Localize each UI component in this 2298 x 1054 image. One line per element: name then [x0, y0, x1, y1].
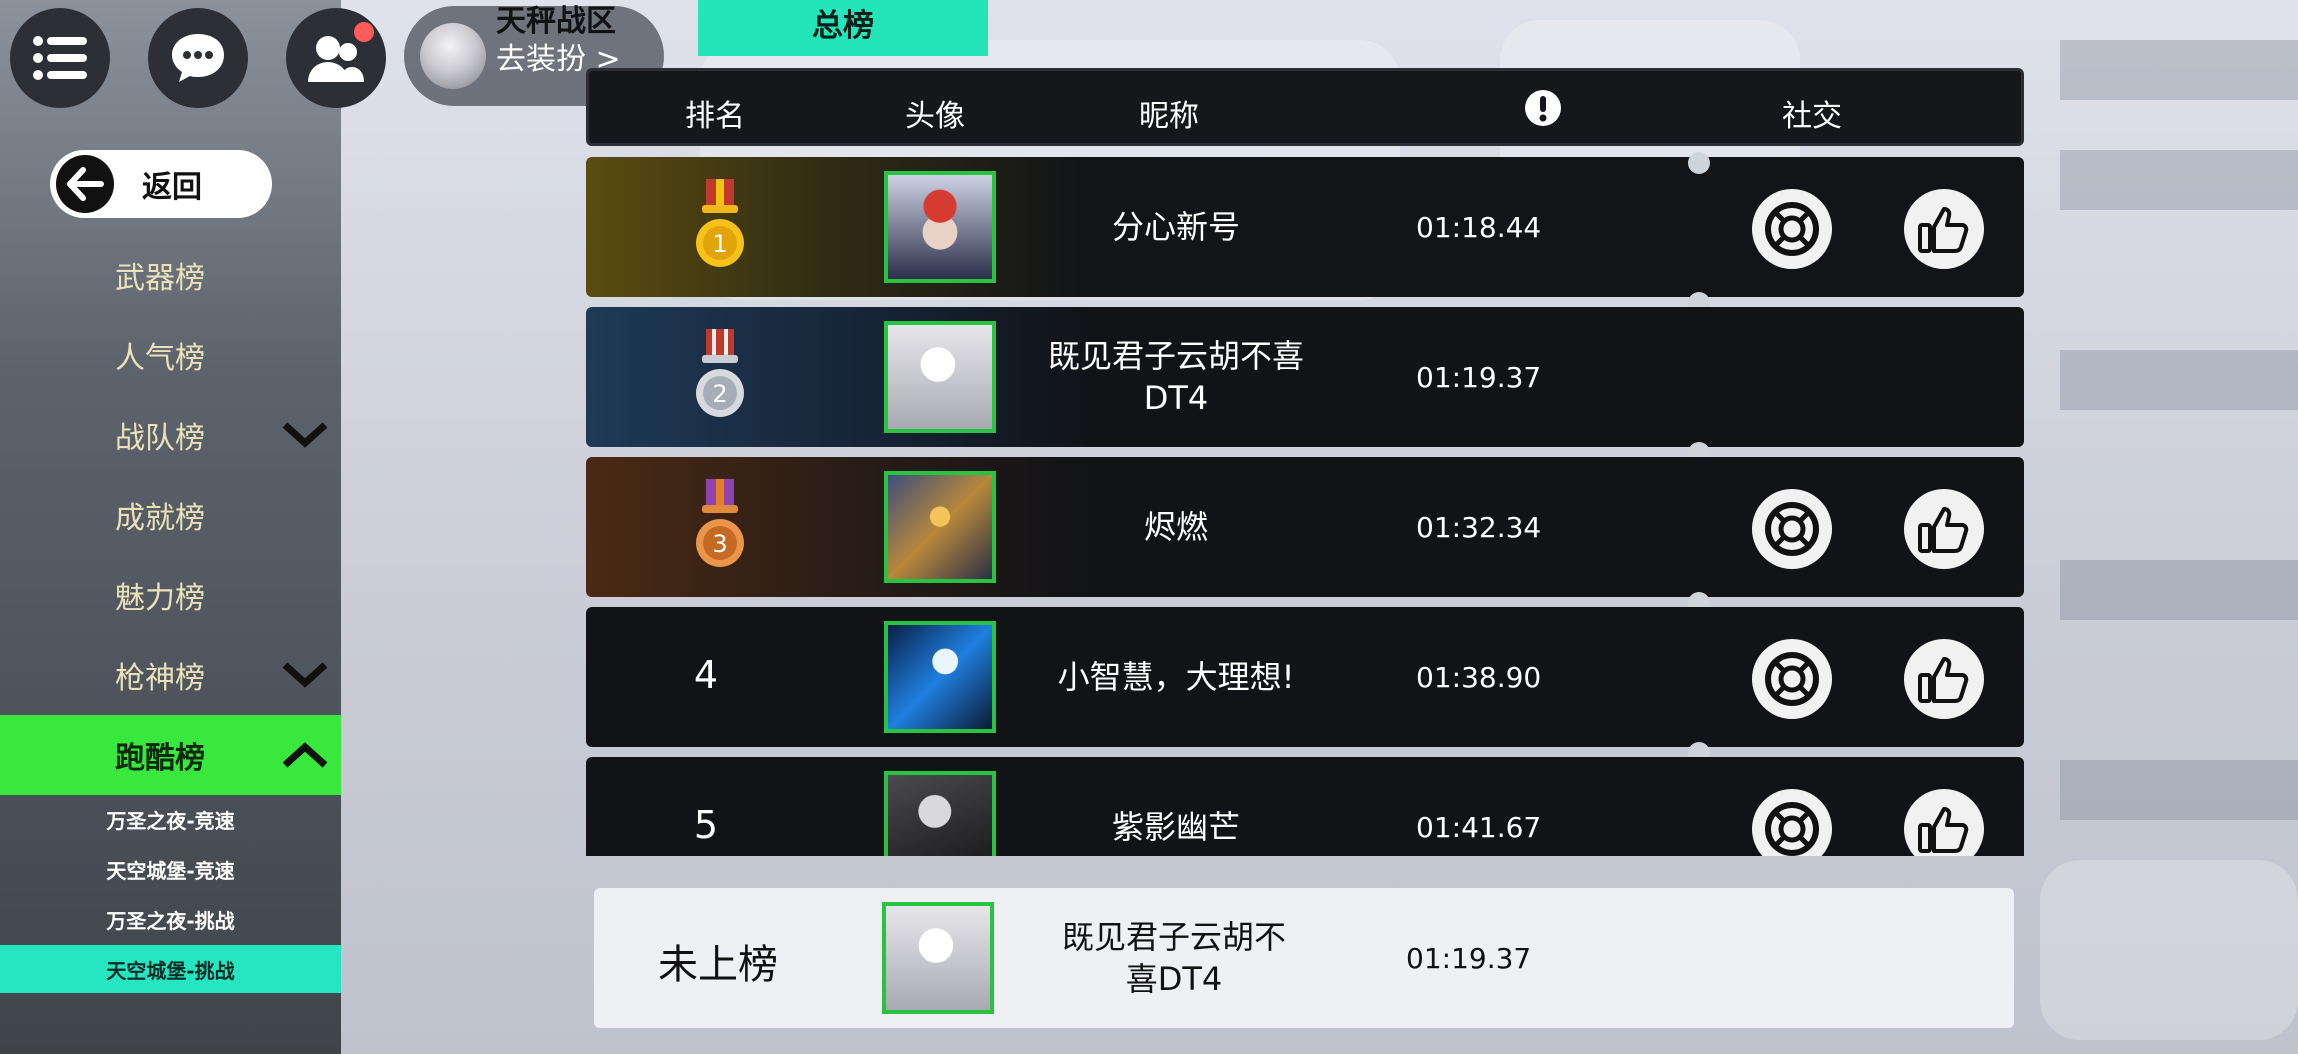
player-name: 烬燃 [1143, 508, 1208, 546]
avatar[interactable] [884, 621, 996, 733]
table-row: 5 紫影幽芒 01:41.67 [586, 757, 2024, 856]
my-name: 既见君子云胡不 喜DT4 [1061, 918, 1286, 998]
avatar[interactable] [884, 771, 996, 856]
friends-button[interactable] [286, 8, 386, 108]
table-row: 3 烬燃 01:32.34 [586, 457, 2024, 597]
svg-text:1: 1 [712, 230, 727, 258]
like-button[interactable] [1904, 789, 1984, 856]
menu-item-popularity[interactable]: 人气榜 [0, 315, 341, 395]
menu-item-label: 战队榜 [115, 421, 205, 456]
table-row: 1 分心新号 01:18.44 [586, 157, 2024, 297]
notification-dot [354, 22, 374, 42]
svg-text:3: 3 [712, 530, 727, 558]
menu-item-parkour[interactable]: 跑酷榜 [0, 715, 341, 795]
chevron-down-icon [282, 662, 328, 688]
menu-item-achievement[interactable]: 成就榜 [0, 475, 341, 555]
bronze-medal-icon: 3 [696, 479, 744, 567]
header-social: 社交 [1782, 99, 1842, 134]
rank-number: 4 [693, 653, 719, 697]
thumbs-up-icon [1918, 507, 1969, 553]
tab-zone[interactable]: 天秤战区 [456, 0, 656, 40]
back-arrow-icon [56, 155, 114, 213]
avatar[interactable] [884, 471, 996, 583]
thumbs-up-icon [1918, 207, 1969, 253]
player-time: 01:41.67 [1416, 811, 1542, 844]
chevron-down-icon [282, 422, 328, 448]
lifebuoy-icon [1765, 202, 1819, 256]
my-time: 01:19.37 [1406, 942, 1532, 975]
menu-item-label: 枪神榜 [115, 661, 205, 696]
scroll-knob [1688, 152, 1710, 174]
tab-overall[interactable]: 总榜 [698, 0, 988, 56]
back-button[interactable]: 返回 [50, 150, 272, 218]
player-time: 01:19.37 [1416, 361, 1542, 394]
like-button[interactable] [1904, 189, 1984, 269]
player-name: 分心新号 [1111, 208, 1240, 246]
menu-item-charm[interactable]: 魅力榜 [0, 555, 341, 635]
sidebar: 返回 武器榜 人气榜 战队榜 成就榜 魅力榜 枪神榜 跑酷榜 万圣之夜-竞速 天… [0, 0, 386, 1054]
player-name: 既见君子云胡不喜 DT4 [1047, 337, 1304, 417]
info-icon[interactable] [1524, 89, 1562, 127]
player-name: 小智慧，大理想! [1057, 658, 1295, 696]
my-rank-bar: 未上榜 既见君子云胡不 喜DT4 01:19.37 [594, 888, 2014, 1028]
player-time: 01:18.44 [1416, 211, 1542, 244]
player-name: 紫影幽芒 [1111, 808, 1240, 846]
table-header: 排名 头像 昵称 社交 [586, 68, 2024, 146]
menu-item-label: 人气榜 [115, 341, 205, 376]
lifebuoy-icon [1765, 502, 1819, 556]
menu-item-label: 魅力榜 [115, 581, 205, 616]
add-friend-button[interactable] [1752, 189, 1832, 269]
lifebuoy-icon [1765, 802, 1819, 856]
rank-number: 5 [693, 803, 719, 847]
header-nickname: 昵称 [1139, 99, 1199, 134]
chat-button[interactable] [148, 8, 248, 108]
sub-item-halloween-challenge[interactable]: 万圣之夜-挑战 [0, 895, 341, 943]
back-label: 返回 [142, 170, 202, 205]
player-time: 01:38.90 [1416, 661, 1542, 694]
chat-bubble-icon [172, 34, 224, 82]
avatar[interactable] [884, 321, 996, 433]
silver-medal-icon: 2 [696, 329, 744, 417]
gold-medal-icon: 1 [696, 179, 744, 267]
menu-item-label: 成就榜 [115, 501, 205, 536]
svg-text:2: 2 [712, 380, 727, 408]
avatar[interactable] [884, 171, 996, 283]
thumbs-up-icon [1918, 657, 1969, 703]
header-avatar: 头像 [905, 99, 965, 134]
avatar[interactable] [882, 902, 994, 1014]
menu-item-team[interactable]: 战队榜 [0, 395, 341, 475]
like-button[interactable] [1904, 489, 1984, 569]
my-rank-status: 未上榜 [658, 942, 778, 988]
sub-item-sky-castle-race[interactable]: 天空城堡-竞速 [0, 845, 341, 893]
player-time: 01:32.34 [1416, 511, 1542, 544]
menu-item-weapons[interactable]: 武器榜 [0, 235, 341, 315]
sub-item-halloween-race[interactable]: 万圣之夜-竞速 [0, 795, 341, 843]
header-rank: 排名 [685, 99, 745, 134]
chevron-up-icon [282, 742, 328, 768]
thumbs-up-icon [1918, 807, 1969, 853]
add-friend-button[interactable] [1752, 489, 1832, 569]
lifebuoy-icon [1765, 652, 1819, 706]
add-friend-button[interactable] [1752, 639, 1832, 719]
menu-button[interactable] [10, 8, 110, 108]
menu-item-label: 跑酷榜 [115, 741, 205, 776]
table-row: 4 小智慧，大理想! 01:38.90 [586, 607, 2024, 747]
add-friend-button[interactable] [1752, 789, 1832, 856]
table-row: 2 既见君子云胡不喜 DT4 01:19.37 [586, 307, 2024, 447]
sub-item-sky-castle-challenge[interactable]: 天空城堡-挑战 [0, 945, 341, 993]
like-button[interactable] [1904, 639, 1984, 719]
list-icon [33, 36, 87, 80]
menu-item-label: 武器榜 [115, 261, 205, 296]
ranking-list[interactable]: 1 分心新号 01:18.44 2 既见君子云胡不喜 DT4 01:19.37 [586, 152, 2024, 856]
menu-item-gun-god[interactable]: 枪神榜 [0, 635, 341, 715]
